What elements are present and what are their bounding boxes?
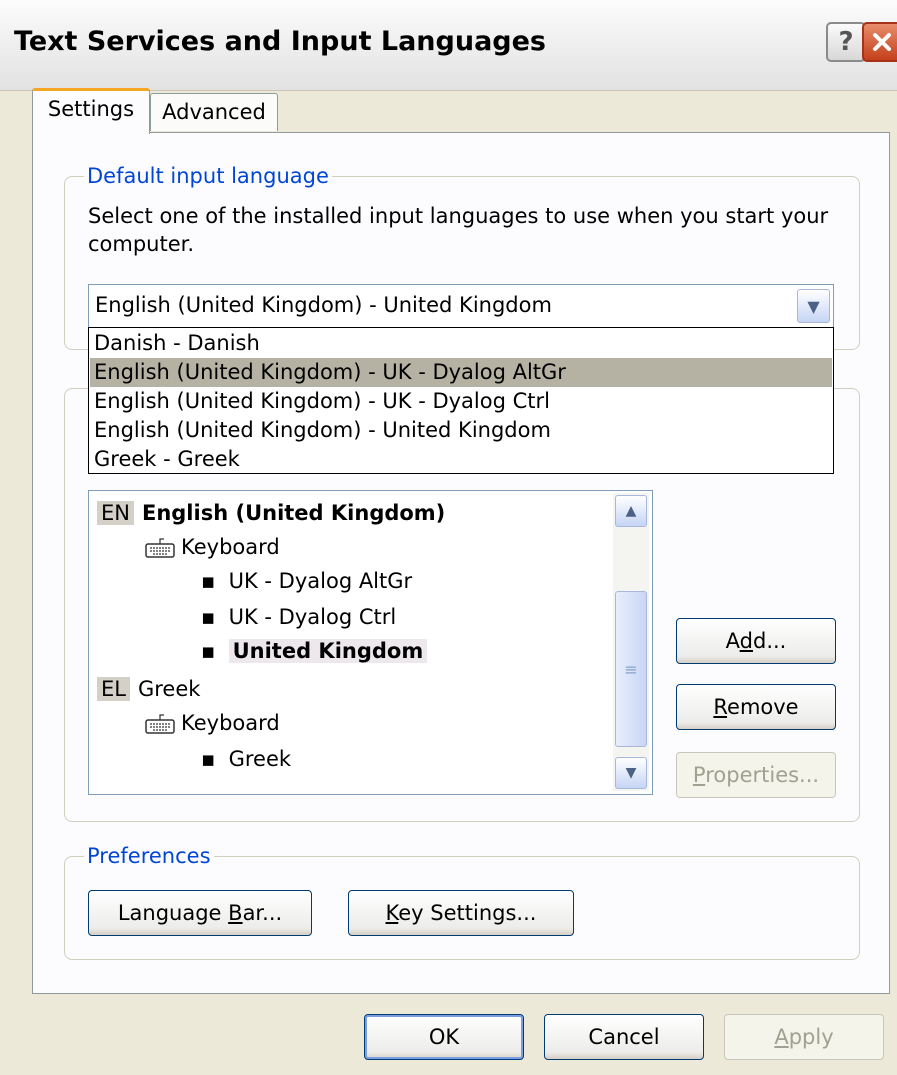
tree-layout-label: Greek bbox=[228, 747, 292, 771]
help-button[interactable]: ? bbox=[826, 22, 866, 62]
help-icon: ? bbox=[838, 27, 854, 57]
dropdown-option-selected[interactable]: English (United Kingdom) - UK - Dyalog A… bbox=[90, 358, 832, 387]
tree-language-label: English (United Kingdom) bbox=[141, 501, 446, 525]
tree-layout-item[interactable]: ▪ Greek bbox=[201, 747, 291, 771]
tree-keyboard-label: Keyboard bbox=[181, 535, 280, 559]
dropdown-option[interactable]: English (United Kingdom) - United Kingdo… bbox=[90, 416, 832, 445]
chevron-down-icon[interactable]: ▼ bbox=[797, 289, 830, 323]
scroll-down-button[interactable]: ▼ bbox=[615, 757, 647, 789]
bullet-icon: ▪ bbox=[201, 569, 216, 593]
chevron-up-icon: ▲ bbox=[625, 503, 637, 519]
ok-button[interactable]: OK bbox=[364, 1014, 524, 1060]
remove-button-label: Remove bbox=[713, 695, 799, 719]
tree-layout-label: UK - Dyalog Ctrl bbox=[228, 605, 397, 629]
cancel-button-label: Cancel bbox=[588, 1025, 660, 1049]
language-dropdown-list: Danish - Danish English (United Kingdom)… bbox=[88, 327, 834, 474]
remove-button[interactable]: Remove bbox=[676, 684, 836, 730]
tree-layout-label: United Kingdom bbox=[228, 639, 428, 663]
language-bar-label: Language Bar... bbox=[117, 901, 283, 925]
tree-language-label: Greek bbox=[137, 677, 201, 701]
cancel-button[interactable]: Cancel bbox=[544, 1014, 704, 1060]
properties-button-label: Properties... bbox=[692, 763, 820, 787]
dropdown-option[interactable]: Greek - Greek bbox=[90, 445, 832, 474]
tree-keyboard-node[interactable]: Keyboard bbox=[145, 711, 280, 735]
preferences-legend: Preferences bbox=[84, 844, 214, 868]
keyboard-icon bbox=[145, 538, 175, 558]
default-language-value: English (United Kingdom) - United Kingdo… bbox=[95, 293, 552, 317]
language-badge: EL bbox=[97, 677, 130, 701]
apply-button-label: Apply bbox=[774, 1025, 834, 1049]
language-bar-button[interactable]: Language Bar... bbox=[88, 890, 312, 936]
tree-scrollbar[interactable]: ▲ ≡ ▼ bbox=[613, 493, 649, 791]
tree-layout-item-selected[interactable]: ▪ United Kingdom bbox=[201, 639, 428, 663]
close-button[interactable] bbox=[862, 22, 897, 62]
tree-language-greek[interactable]: EL Greek bbox=[97, 677, 200, 701]
bullet-icon: ▪ bbox=[201, 747, 216, 771]
tab-settings-label: Settings bbox=[47, 97, 135, 121]
scroll-thumb[interactable]: ≡ bbox=[615, 591, 647, 747]
default-input-description-2: computer. bbox=[88, 232, 195, 256]
close-icon bbox=[873, 33, 891, 51]
ok-button-label: OK bbox=[428, 1025, 460, 1049]
window-title: Text Services and Input Languages bbox=[14, 26, 546, 57]
add-button-label: Add... bbox=[725, 629, 787, 653]
chevron-down-icon: ▼ bbox=[625, 765, 637, 781]
bullet-icon: ▪ bbox=[201, 605, 216, 629]
tab-advanced[interactable]: Advanced bbox=[150, 93, 278, 131]
grip-icon: ≡ bbox=[624, 659, 638, 679]
title-bar: Text Services and Input Languages ? bbox=[0, 0, 897, 91]
default-input-description: Select one of the installed input langua… bbox=[88, 204, 829, 228]
default-input-legend: Default input language bbox=[84, 164, 332, 188]
keyboard-icon bbox=[145, 714, 175, 734]
key-settings-button[interactable]: Key Settings... bbox=[348, 890, 574, 936]
tree-layout-label: UK - Dyalog AltGr bbox=[228, 569, 413, 593]
tree-keyboard-label: Keyboard bbox=[181, 711, 280, 735]
default-language-combobox[interactable]: English (United Kingdom) - United Kingdo… bbox=[88, 284, 834, 328]
tree-keyboard-node[interactable]: Keyboard bbox=[145, 535, 280, 559]
bullet-icon: ▪ bbox=[201, 639, 216, 663]
key-settings-label: Key Settings... bbox=[385, 901, 537, 925]
tree-language-english[interactable]: EN English (United Kingdom) bbox=[97, 501, 445, 525]
add-button[interactable]: Add... bbox=[676, 618, 836, 664]
tree-layout-item[interactable]: ▪ UK - Dyalog Ctrl bbox=[201, 605, 396, 629]
tab-advanced-label: Advanced bbox=[162, 100, 266, 124]
tree-layout-item[interactable]: ▪ UK - Dyalog AltGr bbox=[201, 569, 412, 593]
dropdown-option[interactable]: Danish - Danish bbox=[90, 329, 832, 358]
dropdown-option[interactable]: English (United Kingdom) - UK - Dyalog C… bbox=[90, 387, 832, 416]
tab-settings[interactable]: Settings bbox=[32, 88, 150, 134]
language-badge: EN bbox=[97, 501, 134, 525]
apply-button[interactable]: Apply bbox=[724, 1014, 884, 1060]
properties-button[interactable]: Properties... bbox=[676, 752, 836, 798]
scroll-up-button[interactable]: ▲ bbox=[615, 495, 647, 527]
installed-services-tree[interactable]: EN English (United Kingdom) Keyboard ▪ UK… bbox=[88, 490, 653, 795]
